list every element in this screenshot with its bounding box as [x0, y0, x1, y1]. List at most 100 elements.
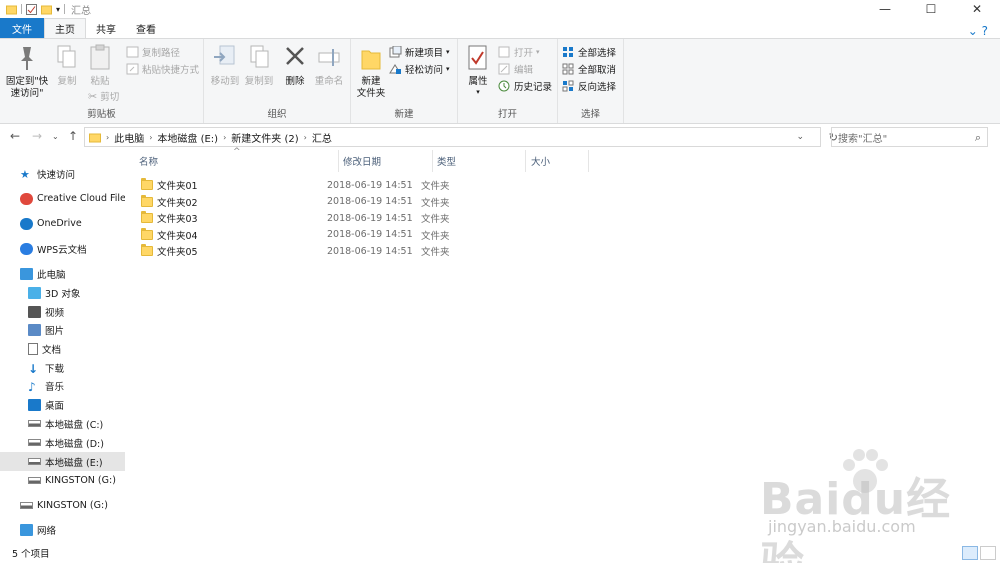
- rename-button[interactable]: 重命名: [312, 43, 346, 88]
- new-group: 新建 文件夹 新建项目 ▾ 轻松访问 ▾ 新建: [351, 39, 458, 123]
- details-view-icon[interactable]: [962, 546, 978, 560]
- new-folder-icon[interactable]: [41, 4, 52, 15]
- delete-button[interactable]: 删除: [282, 43, 308, 88]
- file-name: 文件夹02: [157, 197, 198, 209]
- nav-item-label: WPS云文档: [37, 244, 87, 256]
- back-arrow-icon[interactable]: ←: [10, 129, 20, 143]
- file-row[interactable]: 文件夹03 2018-06-19 14:51 文件夹: [135, 210, 595, 226]
- new-folder-button[interactable]: 新建 文件夹: [355, 43, 387, 100]
- nav-item[interactable]: ♪ 音乐: [0, 376, 125, 395]
- window-controls: — ☐ ✕: [862, 0, 1000, 18]
- column-header-modified[interactable]: 修改日期: [343, 150, 433, 172]
- breadcrumb-item[interactable]: 汇总: [312, 130, 332, 145]
- select-none-button[interactable]: 全部取消: [562, 62, 616, 76]
- file-row[interactable]: 文件夹02 2018-06-19 14:51 文件夹: [135, 194, 595, 210]
- copy-to-icon: [250, 45, 269, 68]
- tab-view[interactable]: 查看: [126, 18, 166, 38]
- cut-button[interactable]: ✂ 剪切: [88, 89, 119, 104]
- breadcrumb-item[interactable]: 此电脑: [114, 130, 144, 145]
- file-name-cell: 文件夹05: [135, 244, 327, 258]
- column-header-name[interactable]: 名称: [139, 150, 339, 172]
- window-title: 汇总: [71, 5, 92, 17]
- usb-drive-icon: [28, 477, 41, 484]
- address-dropdown-icon[interactable]: ⌄: [796, 132, 804, 142]
- column-header-size[interactable]: 大小: [531, 150, 591, 172]
- breadcrumb-item[interactable]: 新建文件夹 (2): [231, 130, 298, 145]
- nav-item[interactable]: Creative Cloud Files: [0, 189, 125, 208]
- easy-access-button[interactable]: 轻松访问 ▾: [389, 62, 450, 76]
- address-bar[interactable]: › 此电脑 › 本地磁盘 (E:) › 新建文件夹 (2) › 汇总 ⌄ ↻: [84, 127, 838, 147]
- easy-access-icon: [389, 64, 401, 74]
- properties-check-icon[interactable]: [26, 3, 37, 15]
- invert-selection-button[interactable]: 反向选择: [562, 79, 616, 93]
- search-icon[interactable]: ⌕: [975, 131, 981, 145]
- select-group: 全部选择 全部取消 反向选择 选择: [558, 39, 624, 123]
- customize-dropdown-icon[interactable]: ▾: [56, 5, 60, 14]
- nav-item[interactable]: OneDrive: [0, 214, 125, 233]
- move-to-icon: [214, 45, 235, 65]
- pin-quick-access-button[interactable]: 固定到"快 速访问": [4, 43, 50, 100]
- nav-item[interactable]: 本地磁盘 (D:): [0, 433, 125, 452]
- tab-home[interactable]: 主页: [44, 18, 86, 38]
- folder-icon: [141, 194, 153, 207]
- nav-item[interactable]: ↓ 下载: [0, 358, 125, 377]
- nav-item[interactable]: ★ 快速访问: [0, 164, 125, 183]
- copy-path-button[interactable]: 复制路径: [126, 45, 180, 59]
- nav-item-label: 下载: [45, 363, 65, 375]
- copy-to-button[interactable]: 复制到: [242, 43, 276, 88]
- nav-item[interactable]: 本地磁盘 (C:): [0, 414, 125, 433]
- large-icons-view-icon[interactable]: [980, 546, 996, 560]
- close-button[interactable]: ✕: [954, 0, 1000, 18]
- select-all-button[interactable]: 全部选择: [562, 45, 616, 59]
- recent-locations-icon[interactable]: ⌄: [52, 132, 59, 141]
- nav-item[interactable]: 视频: [0, 302, 125, 321]
- move-to-button[interactable]: 移动到: [208, 43, 242, 88]
- tab-file[interactable]: 文件: [0, 18, 44, 38]
- properties-button[interactable]: 属性 ▾: [464, 43, 492, 96]
- divider: [338, 150, 339, 172]
- up-arrow-icon[interactable]: ↑: [68, 129, 78, 143]
- file-row[interactable]: 文件夹05 2018-06-19 14:51 文件夹: [135, 243, 595, 259]
- maximize-button[interactable]: ☐: [908, 0, 954, 18]
- file-name-cell: 文件夹04: [135, 227, 327, 242]
- search-box[interactable]: 搜索"汇总" ⌕: [831, 127, 988, 147]
- file-modified: 2018-06-19 14:51: [327, 229, 413, 240]
- file-row[interactable]: 文件夹04 2018-06-19 14:51 文件夹: [135, 227, 595, 243]
- forward-arrow-icon[interactable]: →: [32, 129, 42, 143]
- breadcrumb-item[interactable]: 本地磁盘 (E:): [157, 130, 218, 145]
- file-name-cell: 文件夹03: [135, 211, 327, 225]
- nav-item[interactable]: 文档: [0, 339, 125, 358]
- wps-cloud-icon: [20, 242, 33, 255]
- paste-button[interactable]: 粘贴: [85, 43, 115, 88]
- nav-item[interactable]: 本地磁盘 (E:): [0, 452, 125, 471]
- scissors-icon: ✂: [88, 89, 98, 103]
- nav-item[interactable]: 此电脑: [0, 264, 125, 283]
- nav-item[interactable]: KINGSTON (G:): [0, 496, 125, 515]
- paste-shortcut-button[interactable]: 粘贴快捷方式: [126, 62, 199, 76]
- file-row[interactable]: 文件夹01 2018-06-19 14:51 文件夹: [135, 177, 595, 193]
- copy-button[interactable]: 复制: [54, 43, 80, 88]
- tab-share[interactable]: 共享: [86, 18, 126, 38]
- ribbon: 固定到"快 速访问" 复制 粘贴 复制路径 粘贴快捷方式 ✂ 剪切 剪贴板 移动…: [0, 38, 1000, 124]
- nav-item-label: 快速访问: [37, 169, 76, 181]
- file-modified: 2018-06-19 14:51: [327, 245, 413, 257]
- open-button[interactable]: 打开 ▾: [498, 45, 540, 59]
- nav-item[interactable]: 桌面: [0, 395, 125, 414]
- history-button[interactable]: 历史记录: [498, 79, 552, 93]
- nav-item[interactable]: KINGSTON (G:): [0, 471, 125, 490]
- minimize-button[interactable]: —: [862, 0, 908, 18]
- new-item-button[interactable]: 新建项目 ▾: [389, 45, 450, 59]
- nav-item[interactable]: 3D 对象: [0, 283, 125, 302]
- select-none-icon: [562, 63, 574, 75]
- folder-icon: [141, 211, 153, 223]
- edit-button[interactable]: 编辑: [498, 62, 533, 76]
- cloud-icon: [20, 217, 33, 230]
- nav-item-label: OneDrive: [37, 218, 82, 229]
- nav-item[interactable]: 图片: [0, 320, 125, 339]
- nav-item[interactable]: WPS云文档: [0, 239, 125, 258]
- help-icon[interactable]: ⌄ ?: [968, 24, 988, 38]
- open-icon: [498, 46, 510, 58]
- nav-item-label: 3D 对象: [45, 288, 81, 300]
- column-header-type[interactable]: 类型: [437, 150, 527, 172]
- nav-item[interactable]: 网络: [0, 520, 125, 539]
